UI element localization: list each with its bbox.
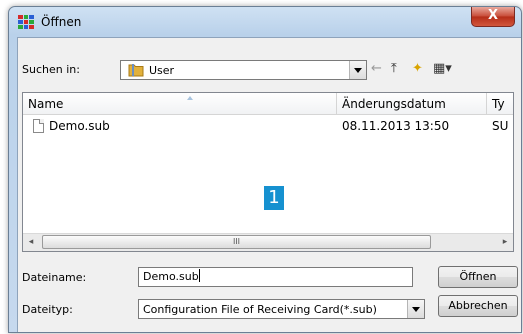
lookin-label: Suchen in: bbox=[22, 63, 80, 76]
cancel-button[interactable]: Abbrechen bbox=[438, 295, 518, 317]
column-header-date[interactable]: Änderungsdatum bbox=[337, 93, 487, 115]
column-header-name[interactable]: Name bbox=[23, 93, 337, 115]
scroll-left-icon[interactable]: ◂ bbox=[23, 234, 39, 250]
window-title: Öffnen bbox=[41, 15, 82, 29]
chevron-down-icon[interactable] bbox=[349, 61, 366, 79]
lookin-combobox[interactable]: User bbox=[120, 60, 367, 80]
app-icon bbox=[18, 15, 34, 29]
chevron-down-icon[interactable] bbox=[407, 300, 424, 318]
close-button[interactable]: X bbox=[471, 7, 515, 27]
filename-input[interactable]: Demo.sub bbox=[138, 267, 413, 287]
up-folder-icon[interactable]: ⤒ bbox=[391, 61, 397, 79]
file-list: Name Änderungsdatum Ty Demo.sub 08.11.20… bbox=[22, 92, 514, 252]
horizontal-scrollbar[interactable]: ◂ III ▸ bbox=[23, 233, 513, 251]
filetype-combobox[interactable]: Configuration File of Receiving Card(*.s… bbox=[138, 299, 425, 319]
sort-arrow-icon bbox=[187, 96, 193, 100]
document-icon bbox=[33, 119, 44, 133]
column-name-label: Name bbox=[28, 97, 64, 111]
filetype-value: Configuration File of Receiving Card(*.s… bbox=[143, 303, 377, 316]
filetype-label: Dateityp: bbox=[22, 303, 73, 316]
step-number-badge: 1 bbox=[264, 186, 284, 210]
text-caret bbox=[198, 269, 200, 282]
dialog-client-area: Suchen in: User ← ⤒ ✦ ▦▾ Name Änderungsd… bbox=[17, 37, 521, 332]
open-button[interactable]: Öffnen bbox=[438, 266, 518, 288]
column-header-type[interactable]: Ty bbox=[487, 93, 513, 115]
folder-icon bbox=[128, 64, 144, 77]
file-name: Demo.sub bbox=[49, 119, 110, 133]
scroll-right-icon[interactable]: ▸ bbox=[497, 234, 513, 250]
file-type: SU bbox=[492, 119, 509, 133]
view-menu-icon[interactable]: ▦▾ bbox=[433, 61, 452, 79]
title-bar[interactable]: Öffnen X bbox=[9, 7, 521, 37]
filename-label: Dateiname: bbox=[22, 271, 87, 284]
file-date: 08.11.2013 13:50 bbox=[342, 119, 450, 133]
scrollbar-thumb[interactable]: III bbox=[42, 235, 431, 249]
back-arrow-icon[interactable]: ← bbox=[371, 61, 382, 79]
lookin-value: User bbox=[149, 64, 175, 77]
new-folder-icon[interactable]: ✦ bbox=[412, 61, 423, 79]
filename-value: Demo.sub bbox=[143, 270, 199, 283]
open-dialog: Öffnen X Suchen in: User ← ⤒ ✦ ▦▾ Name Ä… bbox=[8, 6, 522, 333]
